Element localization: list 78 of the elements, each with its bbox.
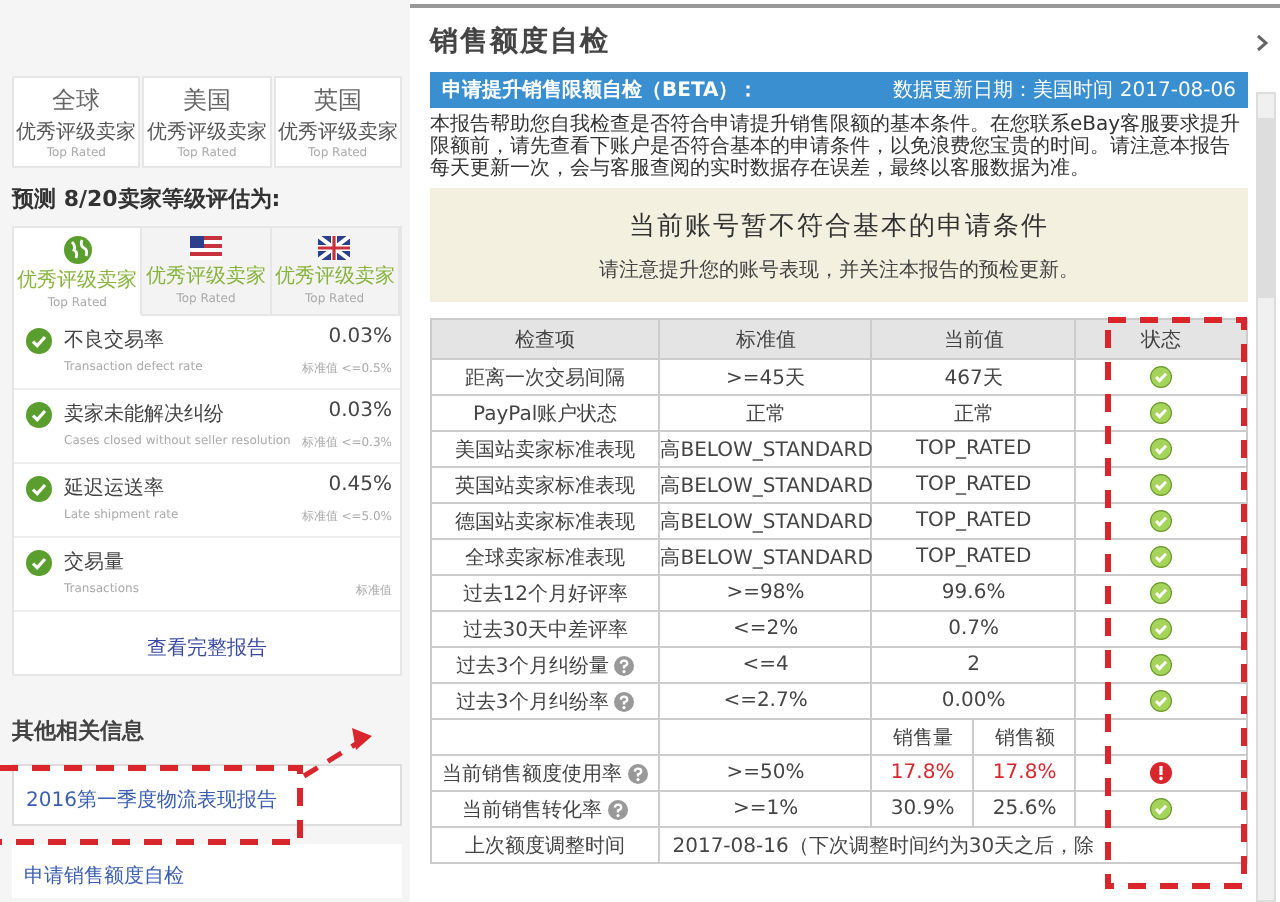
table-cell: 17.8% (871, 755, 974, 791)
table-cell: 2017-08-16（下次调整时间约为30天之后，除 (659, 827, 1247, 863)
table-cell: <=2.7% (659, 683, 872, 719)
dialog-title: 销售额度自检 (430, 24, 610, 60)
table-cell: 30.9% (871, 791, 974, 827)
table-cell: 正常 (871, 395, 1076, 431)
table-cell: 高BELOW_STANDARD (659, 467, 872, 503)
help-icon[interactable] (614, 655, 635, 675)
table-cell: TOP_RATED (871, 467, 1076, 503)
table-cell: 17.8% (973, 755, 1076, 791)
table-cell: TOP_RATED (871, 539, 1076, 575)
table-cell: 德国站卖家标准表现 (431, 503, 660, 539)
table-cell: 上次额度调整时间 (431, 827, 660, 863)
metric-name: 卖家未能解决纠纷 (64, 401, 224, 428)
column-header: 检查项 (431, 319, 660, 359)
subcolumn-header: 销售额 (973, 719, 1076, 755)
notice-title: 当前账号暂不符合基本的申请条件 (629, 210, 1049, 244)
scrollbar[interactable] (1256, 92, 1276, 902)
table-cell: 当前销售转化率 (431, 791, 660, 827)
table-cell: TOP_RATED (871, 431, 1076, 467)
table-cell: 过去12个月好评率 (431, 575, 660, 611)
check-icon (26, 476, 52, 502)
check-icon (26, 402, 52, 428)
table-cell: >=45天 (659, 359, 872, 395)
globe-icon (63, 236, 92, 264)
help-icon[interactable] (608, 799, 629, 819)
check-icon (26, 328, 52, 354)
check-icon (26, 550, 52, 576)
metric-name: 不良交易率 (64, 327, 164, 354)
table-cell: <=4 (659, 647, 872, 683)
metric-name: 交易量 (64, 549, 124, 576)
metric-value: 0.45% (328, 474, 392, 500)
column-header: 标准值 (659, 319, 872, 359)
table-cell: 高BELOW_STANDARD (659, 431, 872, 467)
header-title: 申请提升销售限额自检（BETA）： (442, 76, 759, 104)
table-cell: 467天 (871, 359, 1076, 395)
column-header: 当前值 (871, 319, 1076, 359)
table-cell: 0.7% (871, 611, 1076, 647)
intro-text: 本报告帮助您自我检查是否符合申请提升销售限额的基本条件。在您联系eBay客服要求提升限额前，请先查看下账户是否符合基本的申请条件，以免浪费您宝贵的时间。请注意本报告每天更新一次，会与客服查阅的实时数据存在误差，最终以客服数据为准。 (430, 114, 1243, 180)
metric-name: 延迟运送率 (64, 475, 164, 502)
chevron-icon[interactable] (1256, 33, 1268, 51)
table-cell: >=98% (659, 575, 872, 611)
table-cell: 过去30天中差评率 (431, 611, 660, 647)
table-cell: 距离一次交易间隔 (431, 359, 660, 395)
table-cell: 高BELOW_STANDARD (659, 539, 872, 575)
table-cell: 当前销售额度使用率 (431, 755, 660, 791)
table-cell: TOP_RATED (871, 503, 1076, 539)
table-cell: 英国站卖家标准表现 (431, 467, 660, 503)
table-cell: >=1% (659, 791, 872, 827)
table-cell: 0.00% (871, 683, 1076, 719)
update-date: 数据更新日期：美国时间 2017-08-06 (893, 77, 1236, 104)
table-cell: PayPal账户状态 (431, 395, 660, 431)
table-cell: 美国站卖家标准表现 (431, 431, 660, 467)
flag-icon (189, 236, 222, 260)
column-header: 状态 (1075, 319, 1247, 359)
forecast-title: 预测 8/20卖家等级评估为: (12, 184, 283, 214)
notice-subtitle: 请注意提升您的账号表现，并关注本报告的预检更新。 (599, 257, 1079, 284)
table-cell: <=2% (659, 611, 872, 647)
table-cell: >=50% (659, 755, 872, 791)
subcolumn-header: 销售量 (871, 719, 974, 755)
table-cell: 2 (871, 647, 1076, 683)
full-report-link[interactable]: 查看完整报告 (147, 638, 267, 660)
table-cell: 正常 (659, 395, 872, 431)
help-icon[interactable] (628, 763, 649, 783)
metric-value: 0.03% (328, 326, 392, 352)
report-link[interactable]: 2016第一季度物流表现报告 (26, 790, 277, 812)
annotation-arrow (302, 728, 372, 779)
flag-icon (318, 236, 351, 260)
table-cell: 过去3个月纠纷量 (431, 647, 660, 683)
table-cell: 25.6% (973, 791, 1076, 827)
table-cell: 99.6% (871, 575, 1076, 611)
metric-value: 0.03% (328, 400, 392, 426)
self-check-link[interactable]: 申请销售额度自检 (24, 866, 184, 888)
table-cell: 全球卖家标准表现 (431, 539, 660, 575)
table-cell: 过去3个月纠纷率 (431, 683, 660, 719)
help-icon[interactable] (614, 691, 635, 711)
section-title: 其他相关信息 (12, 716, 146, 746)
table-cell: 高BELOW_STANDARD (659, 503, 872, 539)
